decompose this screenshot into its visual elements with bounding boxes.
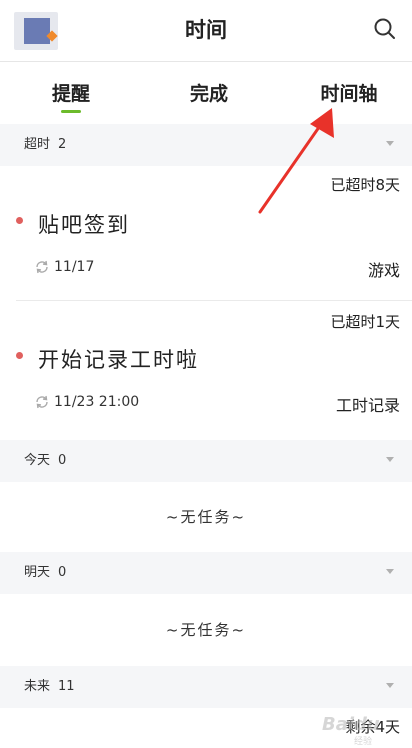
task-date: 11/17 xyxy=(54,259,95,275)
tab-completed[interactable]: 完成 xyxy=(168,62,250,124)
section-today-header: 今天 0 xyxy=(24,440,66,482)
section-tomorrow-header: 明天 0 xyxy=(24,552,66,594)
task-overdue-status: 已超时1天 xyxy=(330,313,400,331)
task-date: 11/23 21:00 xyxy=(54,394,140,410)
chevron-down-icon[interactable] xyxy=(386,457,394,462)
section-overdue-label: 超时 xyxy=(24,137,51,152)
section-overdue[interactable]: 超时 2 xyxy=(0,124,412,166)
section-future-count: 11 xyxy=(58,679,75,694)
task-divider xyxy=(16,300,412,301)
chevron-down-icon[interactable] xyxy=(386,683,394,688)
section-future-header: 未来 11 xyxy=(24,666,75,708)
empty-tomorrow-text: ~无任务~ xyxy=(165,621,247,639)
tab-bar: 提醒 完成 时间轴 xyxy=(0,62,412,124)
section-overdue-count: 2 xyxy=(58,137,67,152)
repeat-icon xyxy=(36,260,48,274)
app-header: 时间 xyxy=(0,0,412,62)
priority-dot xyxy=(16,217,23,224)
repeat-icon xyxy=(36,395,48,409)
section-future[interactable]: 未来 11 xyxy=(0,666,412,708)
priority-dot xyxy=(16,352,23,359)
search-icon[interactable] xyxy=(372,16,398,42)
section-today-label: 今天 xyxy=(24,453,51,468)
section-tomorrow-label: 明天 xyxy=(24,565,51,580)
task-title[interactable]: 开始记录工时啦 xyxy=(38,344,199,374)
section-tomorrow[interactable]: 明天 0 xyxy=(0,552,412,594)
active-tab-indicator xyxy=(61,110,81,113)
section-overdue-header: 超时 2 xyxy=(24,124,66,166)
task-title[interactable]: 贴吧签到 xyxy=(38,209,130,239)
section-today[interactable]: 今天 0 xyxy=(0,440,412,482)
baidu-watermark: Baidu 经验 xyxy=(288,712,408,748)
page-title: 时间 xyxy=(185,18,227,42)
watermark-text: Baidu xyxy=(322,714,380,735)
watermark-subtext: 经验 xyxy=(354,737,373,747)
task-overdue-status: 已超时8天 xyxy=(330,176,400,194)
tab-reminders[interactable]: 提醒 xyxy=(30,62,112,124)
section-future-label: 未来 xyxy=(24,679,51,694)
section-tomorrow-count: 0 xyxy=(58,565,67,580)
section-today-count: 0 xyxy=(58,453,67,468)
chevron-down-icon[interactable] xyxy=(386,569,394,574)
annotation-arrow-icon xyxy=(258,108,334,214)
task-tag[interactable]: 游戏 xyxy=(368,257,400,281)
chevron-down-icon[interactable] xyxy=(386,141,394,146)
empty-today-text: ~无任务~ xyxy=(165,508,247,526)
task-tag[interactable]: 工时记录 xyxy=(336,392,400,416)
